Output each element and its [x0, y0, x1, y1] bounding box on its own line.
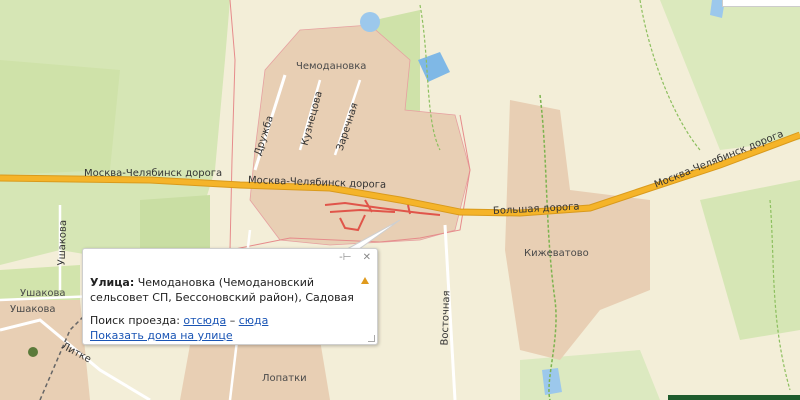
road-label-highway-left: Москва-Челябинск дорога [84, 168, 223, 179]
route-separator: – [229, 314, 236, 327]
church-icon [28, 347, 38, 357]
forest-area [0, 60, 120, 175]
warning-icon[interactable] [361, 277, 369, 284]
popup-content: Улица: Чемодановка (Чемодановский сельсо… [90, 275, 358, 343]
map-footer-bar [668, 395, 800, 400]
street-label-ushakova-vertical: Ушакова [56, 219, 70, 266]
map-control-strip [722, 0, 800, 7]
forest-area [140, 195, 210, 255]
route-search-label: Поиск проезда: [90, 314, 180, 327]
show-houses-link[interactable]: Показать дома на улице [90, 329, 233, 342]
street-info-popup: -⊢ ✕ Улица: Чемодановка (Чемодановский с… [82, 248, 378, 345]
lake [360, 12, 380, 32]
street-label-ushakova: Ушакова [10, 304, 56, 315]
pin-icon[interactable]: -⊢ [339, 252, 351, 263]
settlement-label-lopatki: Лопатки [262, 373, 307, 384]
street-info: Улица: Чемодановка (Чемодановский сельсо… [90, 275, 358, 305]
street-label: Улица: [90, 276, 135, 289]
close-icon[interactable]: ✕ [363, 252, 371, 263]
settlement-label-kizhevatovo: Кижеватово [524, 248, 589, 259]
settlement-label-chemodanovka: Чемодановка [296, 61, 367, 72]
resize-handle[interactable] [368, 335, 375, 342]
route-from-link[interactable]: отсюда [183, 314, 226, 327]
street-label-ushakova: Ушакова [20, 288, 66, 299]
route-search: Поиск проезда: отсюда – сюда [90, 313, 358, 328]
settlement-area [505, 100, 650, 360]
route-to-link[interactable]: сюда [239, 314, 269, 327]
forest-area [700, 180, 800, 340]
street-label-vostochnaya: Восточная [439, 290, 453, 346]
forest-area [660, 0, 800, 150]
settlement-area [180, 340, 330, 400]
popup-controls: -⊢ ✕ [331, 252, 371, 263]
pond [418, 52, 450, 82]
forest-area [520, 350, 660, 400]
